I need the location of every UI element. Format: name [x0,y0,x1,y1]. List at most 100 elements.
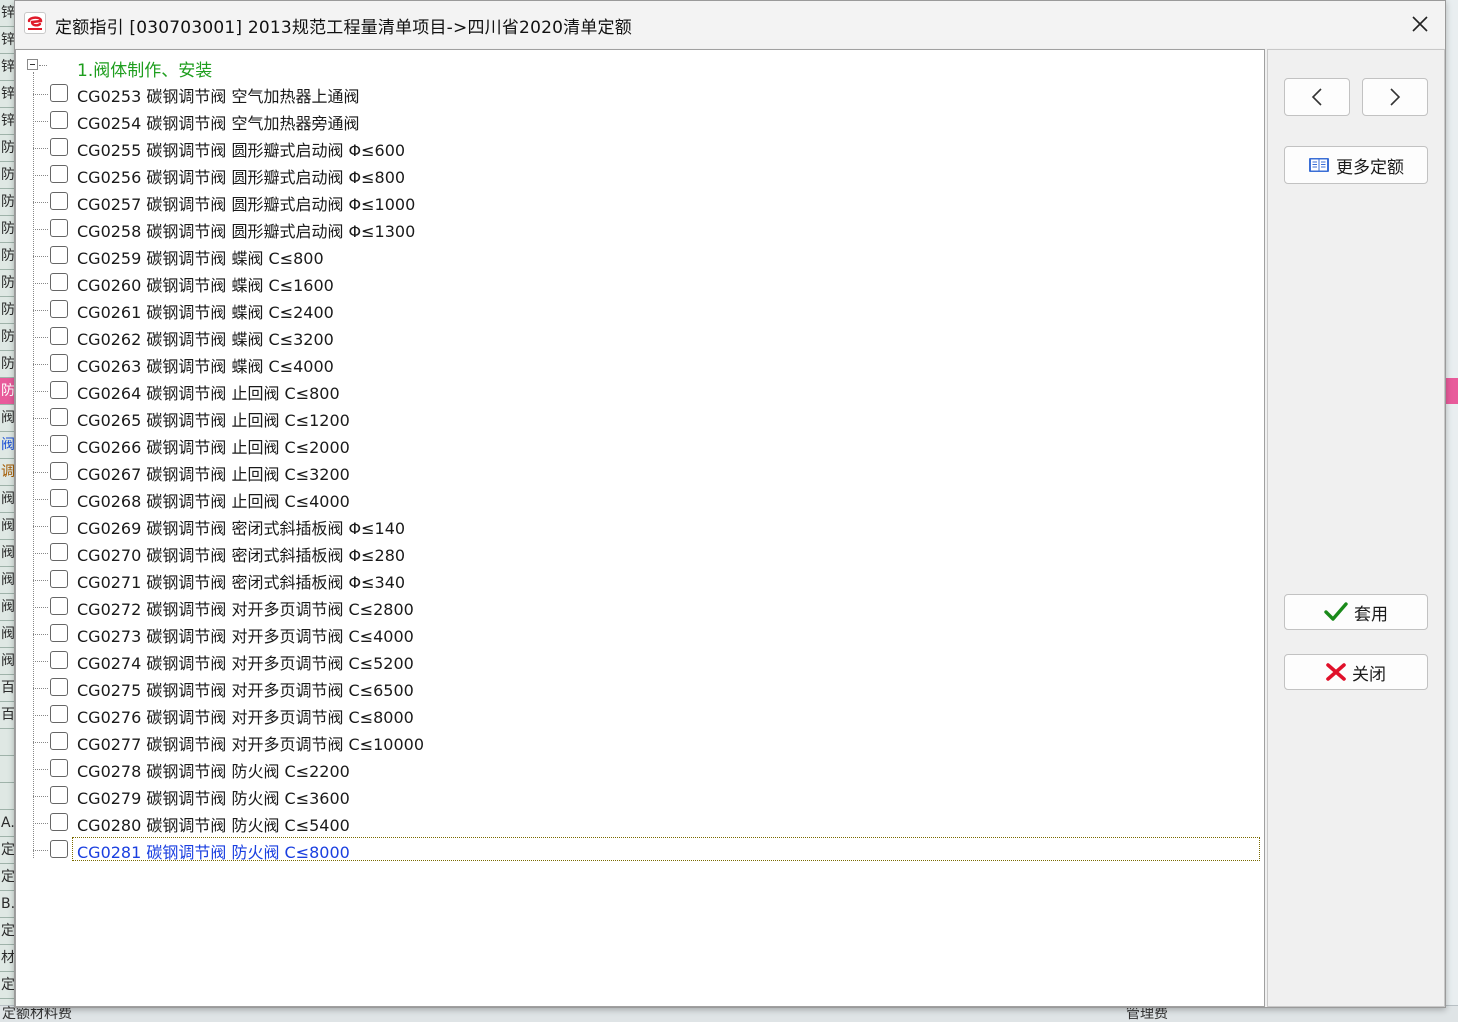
next-button[interactable] [1362,78,1428,116]
item-checkbox[interactable] [50,300,68,318]
item-checkbox[interactable] [50,570,68,588]
tree-item[interactable]: CG0278 碳钢调节阀 防火阀 C≤2200 [16,755,1256,782]
tree-connector [33,283,48,284]
item-checkbox[interactable] [50,435,68,453]
background-row: 防 [0,378,14,405]
item-checkbox[interactable] [50,138,68,156]
background-row: 阀 [0,621,14,648]
item-checkbox[interactable] [50,246,68,264]
window-close-button[interactable] [1403,9,1437,39]
tree-item-label: CG0266 碳钢调节阀 止回阀 C≤2000 [77,438,350,457]
item-checkbox[interactable] [50,219,68,237]
background-row: B. [0,891,14,918]
quota-tree[interactable]: 1.阀体制作、安装 CG0253 碳钢调节阀 空气加热器上通阀 CG0254 碳钢… [15,49,1265,1007]
item-checkbox[interactable] [50,381,68,399]
tree-item-label: CG0274 碳钢调节阀 对开多页调节阀 C≤5200 [77,654,414,673]
tree-item[interactable]: CG0271 碳钢调节阀 密闭式斜插板阀 Φ≤340 [16,566,1256,593]
item-checkbox[interactable] [50,516,68,534]
tree-item-label: CG0264 碳钢调节阀 止回阀 C≤800 [77,384,340,403]
tree-item[interactable]: CG0254 碳钢调节阀 空气加热器旁通阀 [16,107,1256,134]
item-checkbox[interactable] [50,111,68,129]
item-checkbox[interactable] [50,813,68,831]
tree-connector [33,661,48,662]
tree-item[interactable]: CG0268 碳钢调节阀 止回阀 C≤4000 [16,485,1256,512]
background-row: 防 [0,189,14,216]
more-quotas-button[interactable]: 更多定额 [1284,146,1428,184]
tree-item[interactable]: CG0259 碳钢调节阀 蝶阀 C≤800 [16,242,1256,269]
tree-item[interactable]: CG0269 碳钢调节阀 密闭式斜插板阀 Φ≤140 [16,512,1256,539]
tree-item-label: CG0277 碳钢调节阀 对开多页调节阀 C≤10000 [77,735,425,754]
tree-item[interactable]: CG0257 碳钢调节阀 圆形瓣式启动阀 Φ≤1000 [16,188,1256,215]
tree-item[interactable]: CG0279 碳钢调节阀 防火阀 C≤3600 [16,782,1256,809]
item-checkbox[interactable] [50,759,68,777]
tree-item[interactable]: CG0261 碳钢调节阀 蝶阀 C≤2400 [16,296,1256,323]
tree-item[interactable]: CG0253 碳钢调节阀 空气加热器上通阀 [16,80,1256,107]
tree-item[interactable]: CG0273 碳钢调节阀 对开多页调节阀 C≤4000 [16,620,1256,647]
background-row: 防 [0,162,14,189]
background-row: 定 [0,918,14,945]
background-row: 锌 [0,54,14,81]
tree-item[interactable]: CG0281 碳钢调节阀 防火阀 C≤8000 [16,836,1260,863]
tree-item-label: CG0273 碳钢调节阀 对开多页调节阀 C≤4000 [77,627,414,646]
item-checkbox[interactable] [50,651,68,669]
tree-connector [33,850,48,851]
tree-item[interactable]: CG0270 碳钢调节阀 密闭式斜插板阀 Φ≤280 [16,539,1256,566]
app-logo-icon [24,12,46,34]
background-row: 防 [0,243,14,270]
apply-button[interactable]: 套用 [1284,594,1428,630]
item-checkbox[interactable] [50,840,68,858]
tree-item-label: CG0255 碳钢调节阀 圆形瓣式启动阀 Φ≤600 [77,141,406,160]
previous-button[interactable] [1284,78,1350,116]
tree-item[interactable]: CG0258 碳钢调节阀 圆形瓣式启动阀 Φ≤1300 [16,215,1256,242]
item-checkbox[interactable] [50,705,68,723]
tree-item[interactable]: CG0264 碳钢调节阀 止回阀 C≤800 [16,377,1256,404]
tree-root-node[interactable]: 1.阀体制作、安装 [16,54,1256,81]
tree-item[interactable]: CG0272 碳钢调节阀 对开多页调节阀 C≤2800 [16,593,1256,620]
tree-item[interactable]: CG0265 碳钢调节阀 止回阀 C≤1200 [16,404,1256,431]
item-checkbox[interactable] [50,786,68,804]
item-checkbox[interactable] [50,462,68,480]
item-checkbox[interactable] [50,192,68,210]
more-quotas-label: 更多定额 [1336,157,1404,178]
item-checkbox[interactable] [50,408,68,426]
tree-item[interactable]: CG0280 碳钢调节阀 防火阀 C≤5400 [16,809,1256,836]
tree-connector [33,445,48,446]
chevron-left-icon [1311,88,1322,106]
item-checkbox[interactable] [50,543,68,561]
tree-connector [33,742,48,743]
tree-item[interactable]: CG0263 碳钢调节阀 蝶阀 C≤4000 [16,350,1256,377]
item-checkbox[interactable] [50,489,68,507]
tree-item[interactable]: CG0275 碳钢调节阀 对开多页调节阀 C≤6500 [16,674,1256,701]
tree-connector [33,121,48,122]
tree-item[interactable]: CG0267 碳钢调节阀 止回阀 C≤3200 [16,458,1256,485]
tree-item[interactable]: CG0277 碳钢调节阀 对开多页调节阀 C≤10000 [16,728,1256,755]
background-row: 材 [0,945,14,972]
tree-connector [33,499,48,500]
background-row: 防 [0,351,14,378]
tree-item-label: CG0263 碳钢调节阀 蝶阀 C≤4000 [77,357,334,376]
background-left-column: 锌锌锌锌锌防防防防防防防防防防阀阀调阀阀阀阀阀阀阀百百 A. 定定 B. 定材定 [0,0,14,1021]
tree-connector [33,148,48,149]
collapse-icon[interactable] [27,59,38,70]
item-checkbox[interactable] [50,597,68,615]
background-row: 阀 [0,594,14,621]
title-bar[interactable]: 定额指引 [030703001] 2013规范工程量清单项目->四川省2020清… [15,1,1445,48]
tree-item[interactable]: CG0262 碳钢调节阀 蝶阀 C≤3200 [16,323,1256,350]
item-checkbox[interactable] [50,678,68,696]
item-checkbox[interactable] [50,624,68,642]
tree-item[interactable]: CG0256 碳钢调节阀 圆形瓣式启动阀 Φ≤800 [16,161,1256,188]
item-checkbox[interactable] [50,327,68,345]
item-checkbox[interactable] [50,165,68,183]
close-button[interactable]: 关闭 [1284,654,1428,690]
item-checkbox[interactable] [50,354,68,372]
item-checkbox[interactable] [50,84,68,102]
tree-item[interactable]: CG0276 碳钢调节阀 对开多页调节阀 C≤8000 [16,701,1256,728]
item-checkbox[interactable] [50,273,68,291]
item-checkbox[interactable] [50,732,68,750]
tree-item[interactable]: CG0260 碳钢调节阀 蝶阀 C≤1600 [16,269,1256,296]
tree-item[interactable]: CG0266 碳钢调节阀 止回阀 C≤2000 [16,431,1256,458]
tree-item[interactable]: CG0255 碳钢调节阀 圆形瓣式启动阀 Φ≤600 [16,134,1256,161]
tree-connector [33,607,48,608]
background-row: 阀 [0,405,14,432]
tree-item[interactable]: CG0274 碳钢调节阀 对开多页调节阀 C≤5200 [16,647,1256,674]
